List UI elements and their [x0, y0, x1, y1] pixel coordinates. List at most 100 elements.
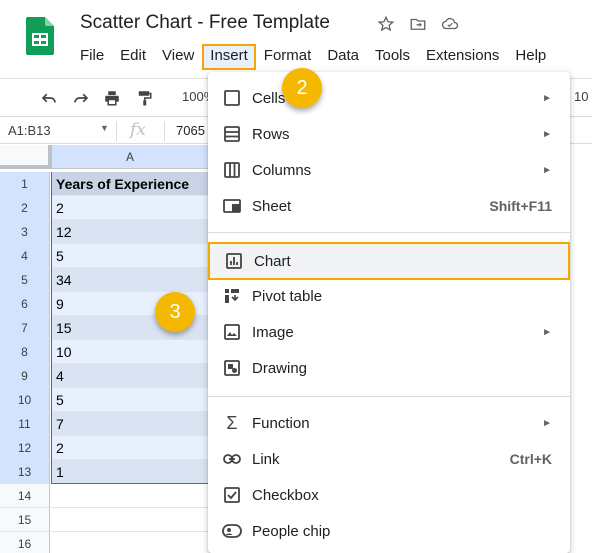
menu-view[interactable]: View: [154, 44, 202, 70]
menu-item-label: Pivot table: [252, 287, 323, 305]
menu-item-drawing[interactable]: Drawing: [208, 350, 570, 386]
redo-icon[interactable]: [70, 87, 92, 109]
cell-a14[interactable]: [51, 484, 208, 508]
table-row: 3 12: [0, 220, 208, 244]
row-header[interactable]: 12: [0, 436, 50, 460]
row-header[interactable]: 2: [0, 196, 50, 220]
column-header-a[interactable]: A: [52, 145, 208, 169]
submenu-arrow-icon: ►: [542, 92, 552, 104]
menu-format[interactable]: Format: [256, 44, 320, 70]
sheets-logo-icon[interactable]: [26, 17, 54, 55]
move-folder-icon[interactable]: [408, 14, 428, 34]
submenu-arrow-icon: ►: [542, 128, 552, 140]
cell-a13[interactable]: 1: [51, 460, 208, 484]
table-row: 13 1: [0, 460, 208, 484]
paint-format-icon[interactable]: [133, 87, 155, 109]
cloud-saved-icon[interactable]: [440, 14, 460, 34]
menu-bar: File Edit View Insert Format Data Tools …: [72, 44, 554, 70]
table-row: 11 7: [0, 412, 208, 436]
menu-item-label: Checkbox: [252, 486, 319, 504]
menu-item-cells[interactable]: Cells ►: [208, 80, 570, 116]
menu-tools[interactable]: Tools: [367, 44, 418, 70]
divider: [116, 121, 117, 141]
menu-item-sheet[interactable]: Sheet Shift+F11: [208, 188, 570, 224]
cell-a4[interactable]: 5: [51, 244, 208, 268]
people-chip-icon: [222, 521, 242, 541]
menu-item-label: Chart: [254, 252, 291, 270]
menu-item-chart[interactable]: Chart: [208, 242, 570, 280]
menu-item-rows[interactable]: Rows ►: [208, 116, 570, 152]
menu-item-function[interactable]: Σ Function ►: [208, 405, 570, 441]
select-all-corner[interactable]: [0, 145, 52, 169]
cell-a1[interactable]: Years of Experience: [51, 172, 208, 196]
table-row: 12 2: [0, 436, 208, 460]
row-header[interactable]: 10: [0, 388, 50, 412]
cell-a16[interactable]: [51, 532, 208, 553]
menu-file[interactable]: File: [72, 44, 112, 70]
pivot-table-icon: [222, 286, 242, 306]
cell-a15[interactable]: [51, 508, 208, 532]
menu-item-columns[interactable]: Columns ►: [208, 152, 570, 188]
link-icon: [222, 449, 242, 469]
name-box-dropdown-icon[interactable]: ▼: [100, 123, 109, 133]
table-row: 16: [0, 532, 208, 553]
menu-item-link[interactable]: Link Ctrl+K: [208, 441, 570, 477]
name-box[interactable]: A1:B13: [8, 123, 51, 138]
row-header[interactable]: 16: [0, 532, 50, 553]
rows-icon: [222, 124, 242, 144]
print-icon[interactable]: [101, 87, 123, 109]
menu-insert[interactable]: Insert: [202, 44, 256, 70]
menu-item-people-chip[interactable]: People chip: [208, 513, 570, 549]
sheet-icon: [222, 196, 242, 216]
font-size-field[interactable]: 10: [574, 89, 588, 104]
row-header[interactable]: 13: [0, 460, 50, 484]
step-callout-2: 2: [282, 68, 322, 108]
menu-item-label: Function: [252, 414, 310, 432]
cell-a9[interactable]: 4: [51, 364, 208, 388]
drawing-icon: [222, 358, 242, 378]
table-row: 14: [0, 484, 208, 508]
image-icon: [222, 322, 242, 342]
menu-extensions[interactable]: Extensions: [418, 44, 507, 70]
table-row: 8 10: [0, 340, 208, 364]
cell-a12[interactable]: 2: [51, 436, 208, 460]
cell-a8[interactable]: 10: [51, 340, 208, 364]
chart-icon: [224, 251, 244, 271]
menu-help[interactable]: Help: [507, 44, 554, 70]
table-row: 5 34: [0, 268, 208, 292]
menu-item-label: Columns: [252, 161, 312, 179]
menu-data[interactable]: Data: [319, 44, 367, 70]
row-header[interactable]: 15: [0, 508, 50, 532]
cell-a11[interactable]: 7: [51, 412, 208, 436]
menu-item-label: Cells: [252, 89, 286, 107]
row-header[interactable]: 6: [0, 292, 50, 316]
row-header[interactable]: 7: [0, 316, 50, 340]
menu-item-pivot-table[interactable]: Pivot table: [208, 278, 570, 314]
menu-item-checkbox[interactable]: Checkbox: [208, 477, 570, 513]
menu-item-image[interactable]: Image ►: [208, 314, 570, 350]
cell-a10[interactable]: 5: [51, 388, 208, 412]
row-header[interactable]: 14: [0, 484, 50, 508]
undo-icon[interactable]: [38, 87, 60, 109]
cell-a5[interactable]: 34: [51, 268, 208, 292]
row-header[interactable]: 5: [0, 268, 50, 292]
row-header[interactable]: 11: [0, 412, 50, 436]
row-header[interactable]: 3: [0, 220, 50, 244]
sigma-icon: Σ: [226, 412, 238, 433]
document-title[interactable]: Scatter Chart - Free Template: [80, 12, 330, 34]
row-header[interactable]: 4: [0, 244, 50, 268]
menu-item-label: People chip: [252, 522, 331, 540]
row-header[interactable]: 9: [0, 364, 50, 388]
formula-input[interactable]: 7065: [176, 123, 205, 138]
submenu-arrow-icon: ►: [542, 417, 552, 429]
cell-a3[interactable]: 12: [51, 220, 208, 244]
cell-a2[interactable]: 2: [51, 196, 208, 220]
menu-separator: [208, 232, 570, 233]
star-icon[interactable]: [376, 14, 396, 34]
menu-edit[interactable]: Edit: [112, 44, 154, 70]
row-header[interactable]: 8: [0, 340, 50, 364]
row-header[interactable]: 1: [0, 172, 50, 196]
shortcut-hint: Shift+F11: [489, 198, 552, 214]
checkbox-icon: [222, 485, 242, 505]
cells-icon: [222, 88, 242, 108]
